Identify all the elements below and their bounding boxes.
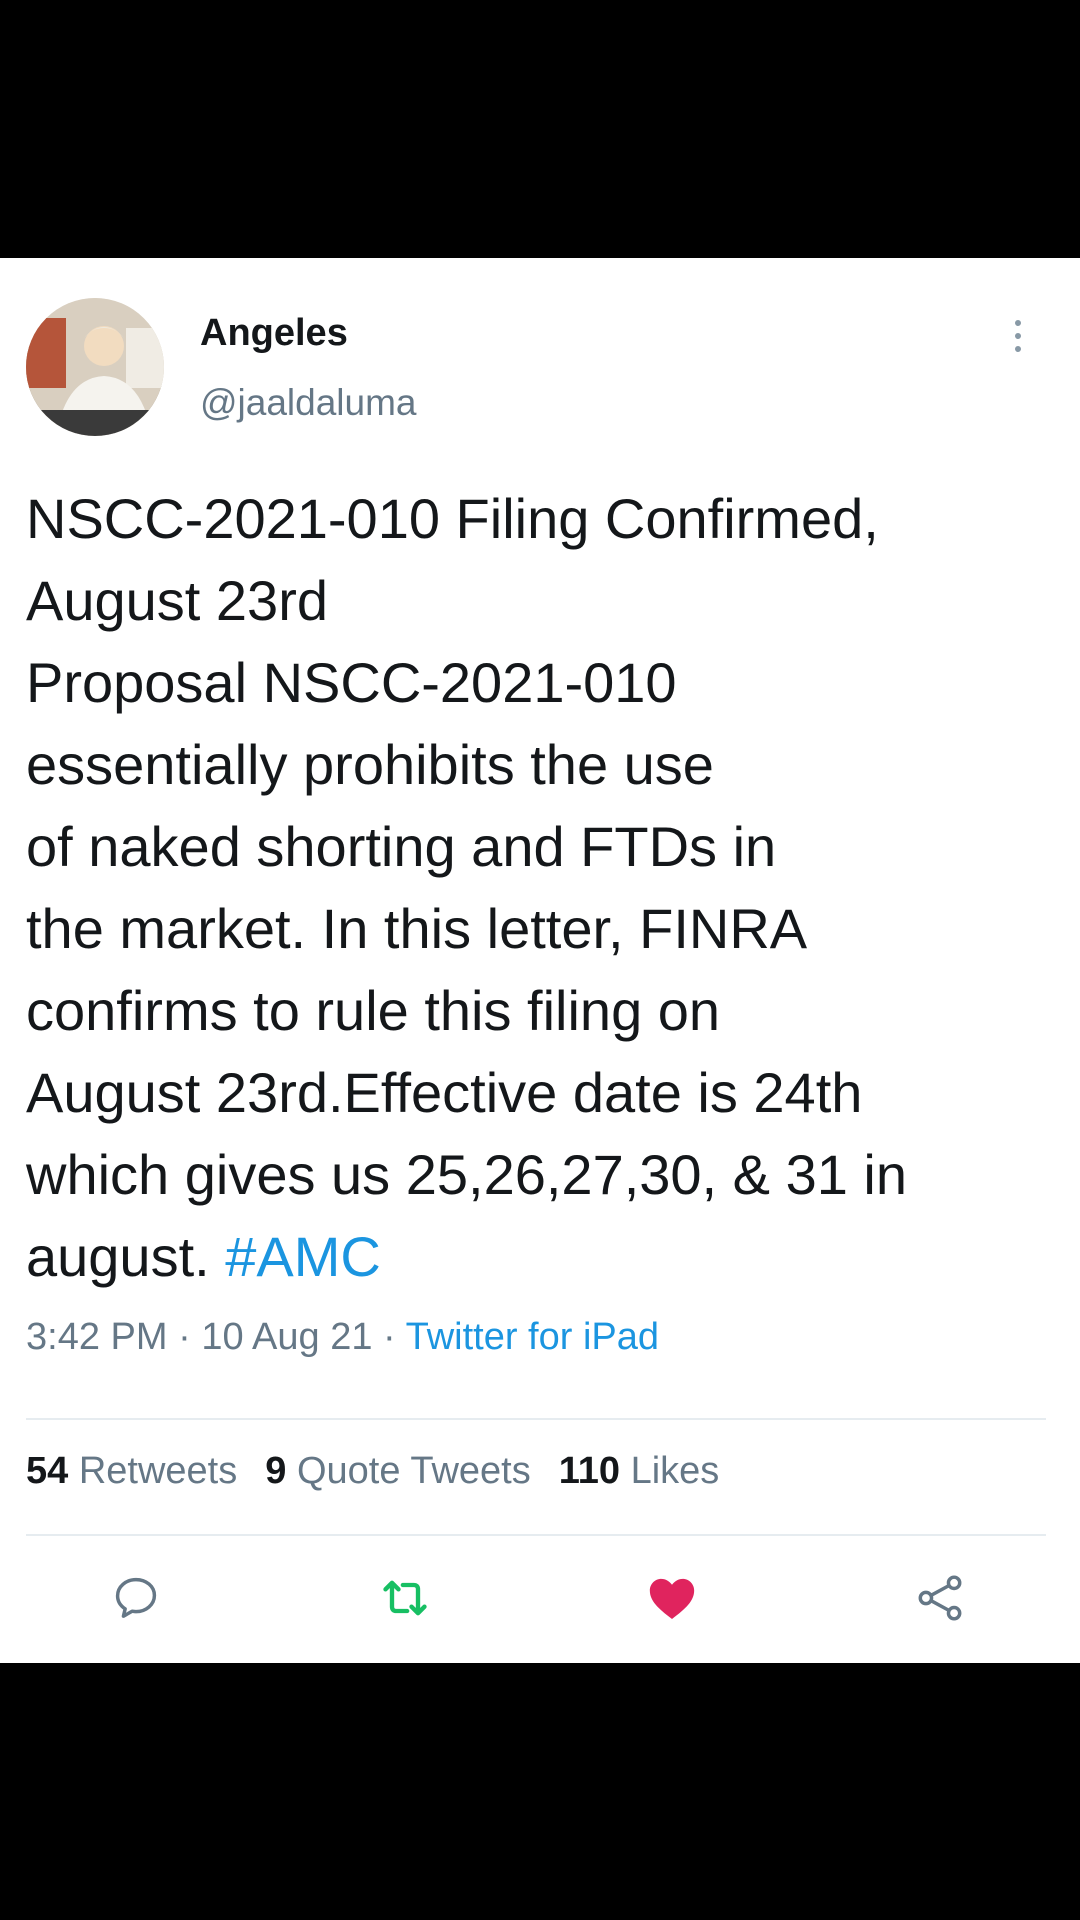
tweet-text: NSCC-2021-010 Filing Confirmed, August 2… (26, 478, 1056, 1298)
display-name[interactable]: Angeles (200, 312, 348, 355)
tweet-source-link[interactable]: Twitter for iPad (406, 1316, 659, 1358)
quote-tweets-stat[interactable]: 9 Quote Tweets (265, 1450, 530, 1492)
quote-tweets-label: Quote Tweets (286, 1450, 531, 1492)
tweet-time: 3:42 PM (26, 1316, 168, 1358)
username-handle[interactable]: @jaaldaluma (200, 382, 417, 424)
action-bar (0, 1568, 1080, 1638)
tweet-card: Angeles @jaaldaluma NSCC-2021-010 Filing… (0, 258, 1080, 1663)
likes-stat[interactable]: 110 Likes (559, 1450, 720, 1492)
retweet-icon (383, 1580, 427, 1616)
hashtag-link[interactable]: #AMC (225, 1225, 381, 1288)
more-options-icon[interactable] (1010, 320, 1026, 360)
like-button[interactable] (642, 1568, 702, 1628)
share-icon (918, 1575, 962, 1621)
heart-icon (649, 1578, 695, 1619)
meta-separator: · (372, 1316, 406, 1358)
avatar-image (26, 298, 164, 436)
meta-separator: · (167, 1316, 202, 1358)
avatar[interactable] (26, 298, 164, 436)
retweet-button[interactable] (375, 1568, 435, 1628)
retweets-label: Retweets (68, 1450, 238, 1492)
tweet-stats: 54 Retweets 9 Quote Tweets 110 Likes (26, 1450, 719, 1493)
retweets-count: 54 (26, 1450, 69, 1492)
reply-icon (115, 1577, 157, 1618)
tweet-meta: 3:42 PM · 10 Aug 21 · Twitter for iPad (26, 1316, 659, 1359)
quote-tweets-count: 9 (265, 1450, 287, 1492)
likes-label: Likes (620, 1450, 720, 1492)
share-button[interactable] (910, 1568, 970, 1628)
retweets-stat[interactable]: 54 Retweets (26, 1450, 237, 1492)
reply-button[interactable] (106, 1568, 166, 1628)
divider (26, 1534, 1046, 1536)
likes-count: 110 (558, 1450, 621, 1492)
tweet-body: NSCC-2021-010 Filing Confirmed, August 2… (26, 487, 908, 1288)
tweet-date: 10 Aug 21 (201, 1316, 373, 1358)
divider (26, 1418, 1046, 1420)
